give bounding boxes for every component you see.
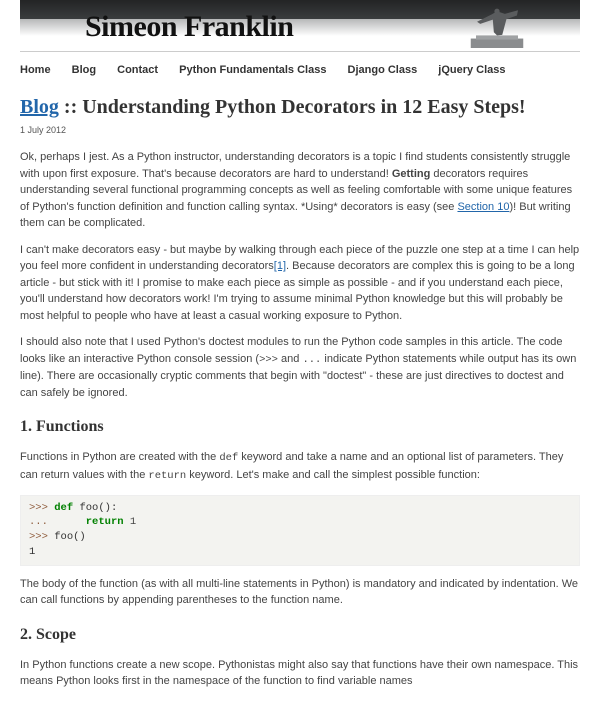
post-date: 1 July 2012 [20,124,580,138]
code-prompt-icon: >>> [259,354,278,366]
nav-contact[interactable]: Contact [117,64,158,76]
code-return: return [148,470,186,482]
nav-jquery-class[interactable]: jQuery Class [438,64,505,76]
nav-django-class[interactable]: Django Class [348,64,418,76]
post: Blog :: Understanding Python Decorators … [20,95,580,690]
statue-icon [469,6,525,48]
code-sample-foo: >>> def foo(): ... return 1 >>> foo() 1 [20,495,580,566]
link-section-10[interactable]: Section 10 [457,201,509,213]
code-ellipsis-icon: ... [302,354,321,366]
breadcrumb-blog[interactable]: Blog [20,96,59,118]
title-text: Understanding Python Decorators in 12 Ea… [82,96,525,118]
title-sep: :: [59,96,82,118]
main-nav: Home Blog Contact Python Fundamentals Cl… [20,58,580,89]
post-title: Blog :: Understanding Python Decorators … [20,95,580,120]
site-title: Simeon Franklin [85,4,293,48]
paragraph-intro: Ok, perhaps I jest. As a Python instruct… [20,149,580,232]
code-def: def [219,452,238,464]
nav-python-class[interactable]: Python Fundamentals Class [179,64,326,76]
paragraph-explain: I can't make decorators easy - but maybe… [20,242,580,325]
heading-scope: 2. Scope [20,623,580,647]
paragraph-functions: Functions in Python are created with the… [20,449,580,485]
paragraph-doctest: I should also note that I used Python's … [20,334,580,401]
emphasis-getting: Getting [392,168,431,180]
nav-blog[interactable]: Blog [72,64,96,76]
nav-home[interactable]: Home [20,64,51,76]
link-footnote-1[interactable]: [1] [274,260,286,272]
heading-functions: 1. Functions [20,415,580,439]
paragraph-scope: In Python functions create a new scope. … [20,657,580,690]
paragraph-body-note: The body of the function (as with all mu… [20,576,580,609]
header: Simeon Franklin [20,0,580,52]
banner: Simeon Franklin [20,0,580,48]
